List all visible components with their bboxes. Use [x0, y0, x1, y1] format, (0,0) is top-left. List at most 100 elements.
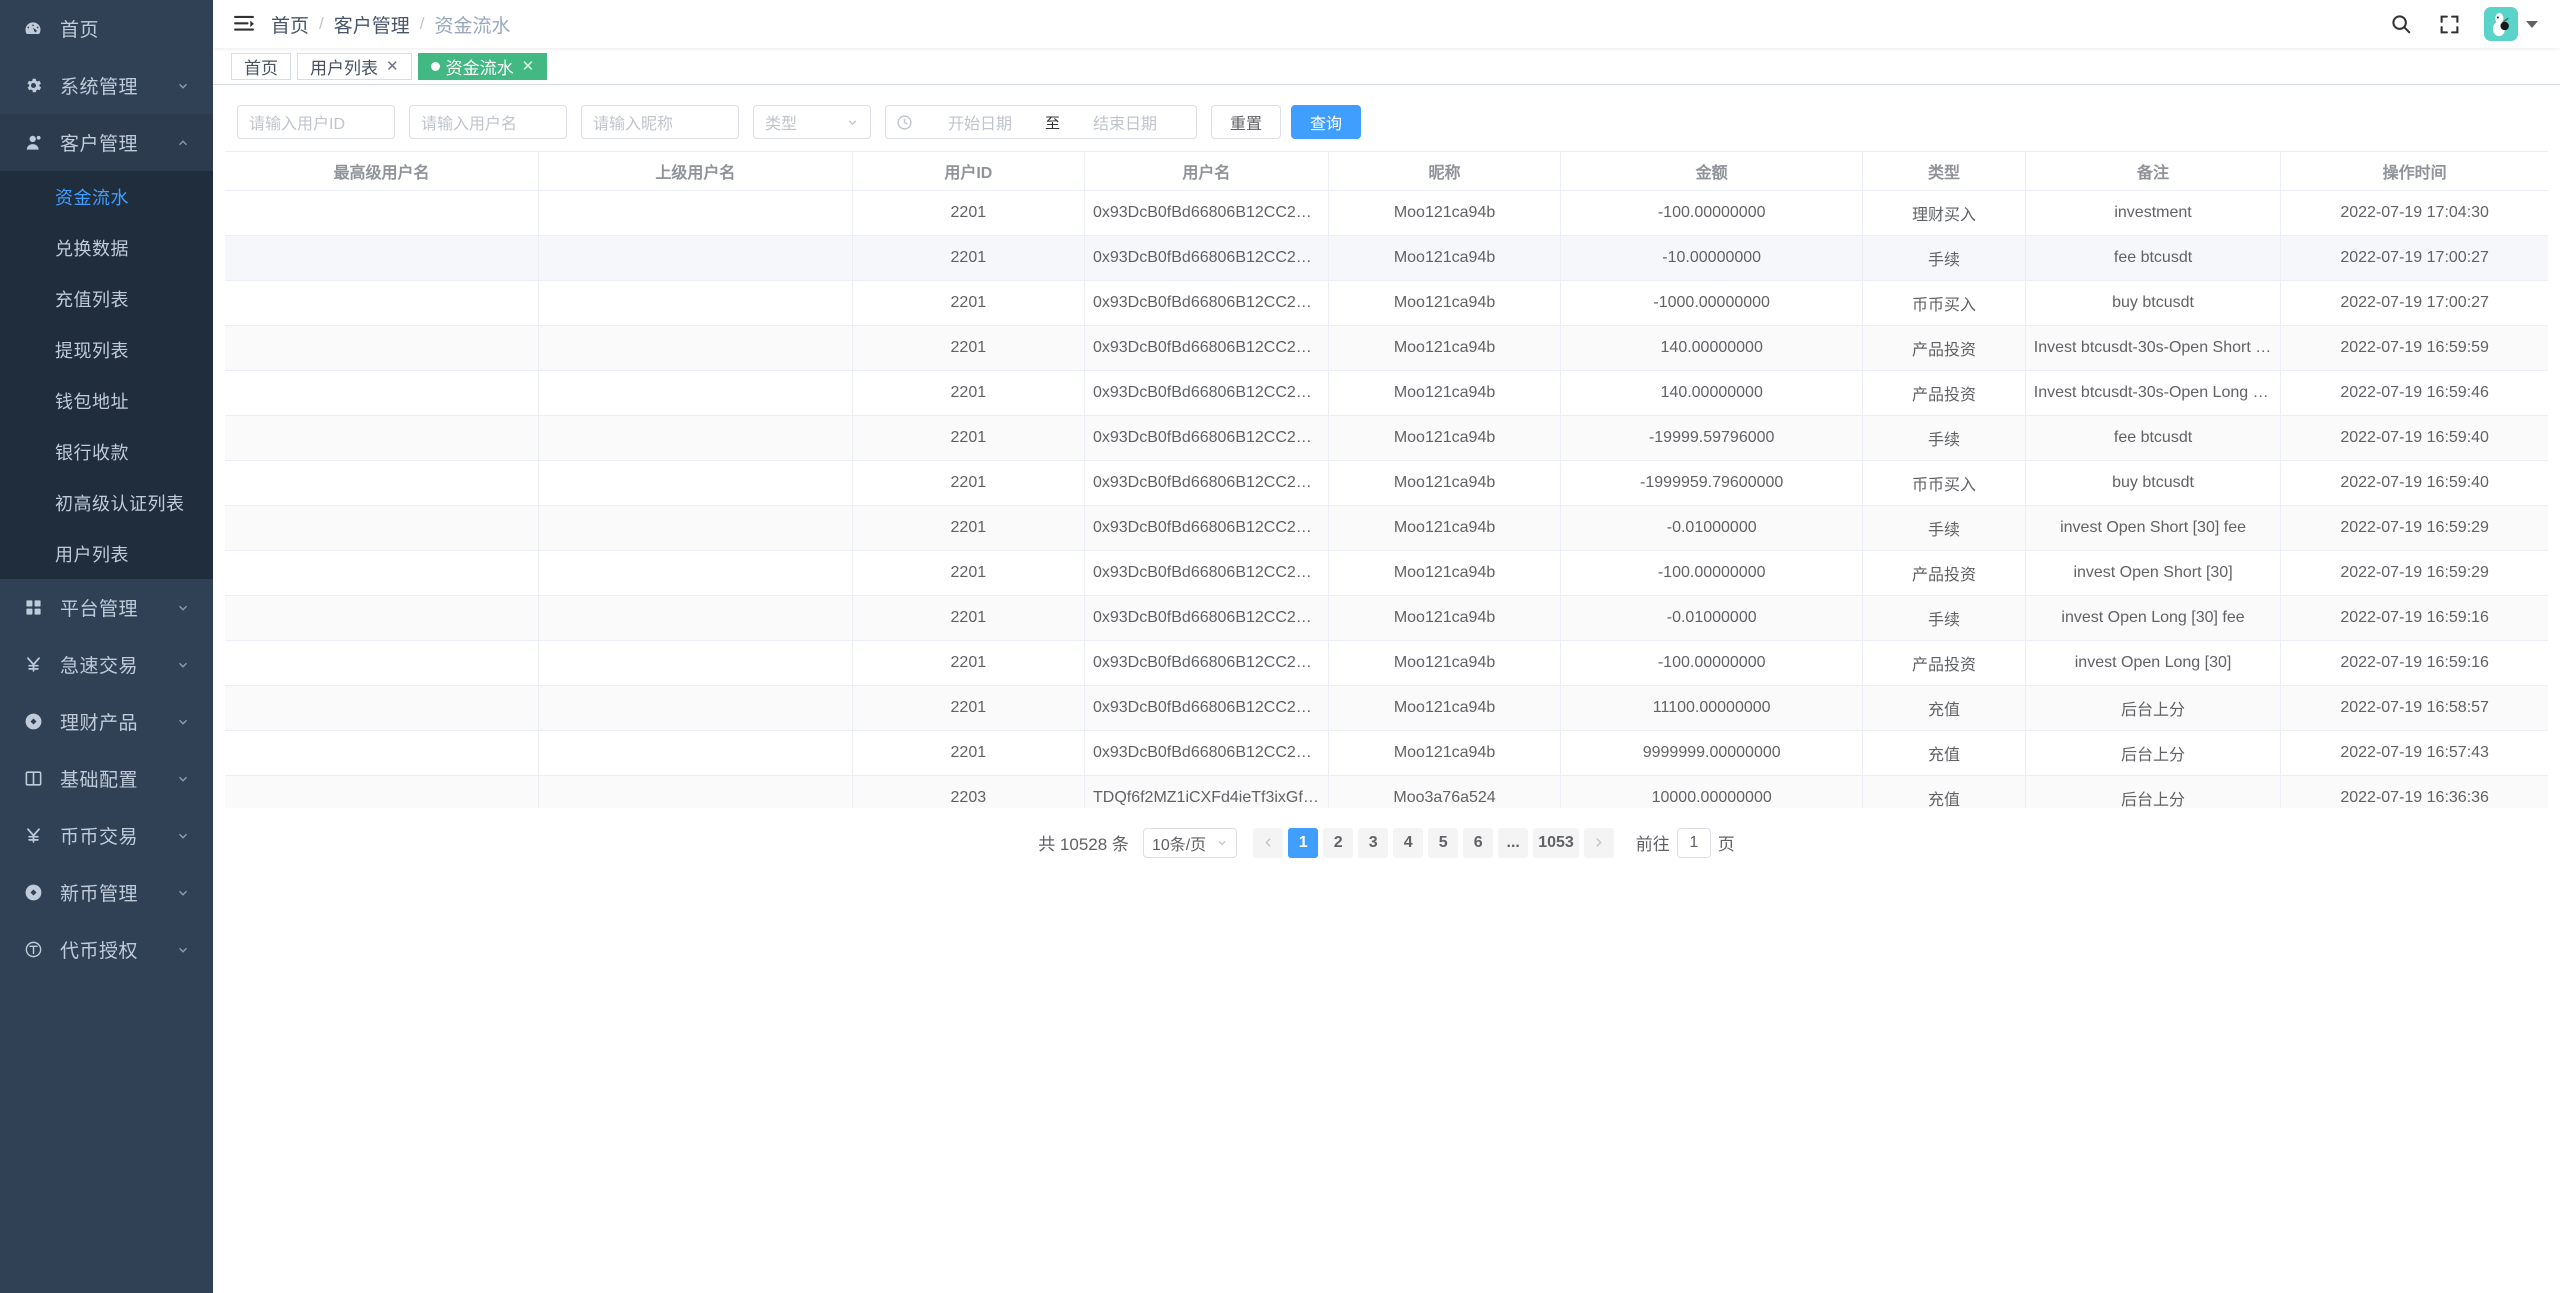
sidebar-item-exchange-data[interactable]: 兑换数据 [0, 222, 213, 273]
chevron-up-icon [175, 135, 191, 151]
hamburger-icon[interactable] [227, 7, 261, 41]
column-header-remark[interactable]: 备注 [2025, 152, 2282, 191]
cell-operation-time: 2022-07-19 16:59:40 [2280, 415, 2548, 461]
sidebar-item-token-authorization[interactable]: 代币授权 [0, 921, 213, 978]
user-menu[interactable] [2484, 7, 2538, 41]
sidebar-item-coin-trade[interactable]: 币币交易 [0, 807, 213, 864]
column-header-top-username[interactable]: 最高级用户名 [225, 152, 540, 191]
cell-remark: 后台上分 [2025, 685, 2282, 731]
table-row[interactable]: 2201 0x93DcB0fBd66806B12CC279f5d... Moo121… [225, 595, 2548, 641]
sidebar-item-home[interactable]: 首页 [0, 0, 213, 57]
pagination-page-2[interactable]: 2 [1323, 827, 1354, 858]
reset-button[interactable]: 重置 [1211, 105, 1282, 139]
table-row[interactable]: 2201 0x93DcB0fBd66806B12CC279f5d... Moo121… [225, 235, 2548, 281]
filter-bar: 请输入用户ID 请输入用户名 请输入昵称 类型 开始日期 至 结束日期 重置 查… [225, 95, 2548, 151]
table-row[interactable]: 2201 0x93DcB0fBd66806B12CC279f5d... Moo121… [225, 505, 2548, 551]
cell-username: 0x93DcB0fBd66806B12CC279f5d... [1084, 190, 1329, 236]
breadcrumb-item-home[interactable]: 首页 [271, 11, 309, 38]
sidebar-item-wallet-address[interactable]: 钱包地址 [0, 375, 213, 426]
pagination-page-last[interactable]: 1053 [1533, 827, 1579, 858]
cell-username: 0x93DcB0fBd66806B12CC279f5d... [1084, 370, 1329, 416]
sidebar-item-withdrawal-list[interactable]: 提现列表 [0, 324, 213, 375]
sidebar-item-fund-flow[interactable]: 资金流水 [0, 171, 213, 222]
cell-parent-username [538, 460, 853, 506]
query-button[interactable]: 查询 [1291, 105, 1362, 139]
column-header-parent-username[interactable]: 上级用户名 [538, 152, 853, 191]
table-row[interactable]: 2201 0x93DcB0fBd66806B12CC279f5d... Moo121… [225, 460, 2548, 506]
cell-username: 0x93DcB0fBd66806B12CC279f5d... [1084, 325, 1329, 371]
sidebar-submenu-customer-management: 资金流水 兑换数据 充值列表 提现列表 钱包地址 银行收款 初高级认证列表 用户… [0, 171, 213, 579]
cell-nickname: Moo121ca94b [1328, 685, 1562, 731]
table-row[interactable]: 2203 TDQf6f2MZ1iCXFd4ieTf3ixGfAop4... Moo3… [225, 775, 2548, 808]
cell-nickname: Moo121ca94b [1328, 550, 1562, 596]
pagination-page-4[interactable]: 4 [1393, 827, 1424, 858]
sidebar-item-user-list[interactable]: 用户列表 [0, 528, 213, 579]
cell-amount: -100.00000000 [1560, 190, 1864, 236]
pagination-ellipsis[interactable]: ... [1498, 827, 1529, 858]
cell-operation-time: 2022-07-19 17:00:27 [2280, 280, 2548, 326]
cell-user-id: 2201 [852, 550, 1085, 596]
search-icon[interactable] [2388, 11, 2414, 37]
sidebar-item-bank-collection[interactable]: 银行收款 [0, 426, 213, 477]
cell-top-username [225, 460, 540, 506]
date-range-picker[interactable]: 开始日期 至 结束日期 [885, 105, 1197, 139]
table-row[interactable]: 2201 0x93DcB0fBd66806B12CC279f5d... Moo121… [225, 190, 2548, 236]
sidebar-item-wealth-products[interactable]: 理财产品 [0, 693, 213, 750]
table-row[interactable]: 2201 0x93DcB0fBd66806B12CC279f5d... Moo121… [225, 550, 2548, 596]
pagination-page-6[interactable]: 6 [1463, 827, 1494, 858]
table-row[interactable]: 2201 0x93DcB0fBd66806B12CC279f5d... Moo121… [225, 280, 2548, 326]
pagination-page-3[interactable]: 3 [1358, 827, 1389, 858]
column-header-username[interactable]: 用户名 [1084, 152, 1329, 191]
pagination-jump-input[interactable]: 1 [1676, 827, 1711, 858]
tab-fund-flow[interactable]: 资金流水 ✕ [417, 52, 548, 80]
pagination-next-button[interactable] [1583, 827, 1614, 858]
breadcrumb-item-customer-management[interactable]: 客户管理 [334, 11, 410, 38]
table-row[interactable]: 2201 0x93DcB0fBd66806B12CC279f5d... Moo121… [225, 325, 2548, 371]
tab-user-list[interactable]: 用户列表 ✕ [297, 52, 412, 80]
column-header-amount[interactable]: 金额 [1560, 152, 1864, 191]
nickname-input[interactable]: 请输入昵称 [581, 105, 739, 139]
close-icon[interactable]: ✕ [386, 57, 399, 75]
sidebar-item-certification-list[interactable]: 初高级认证列表 [0, 477, 213, 528]
table-row[interactable]: 2201 0x93DcB0fBd66806B12CC279f5d... Moo121… [225, 640, 2548, 686]
token-icon [20, 939, 46, 961]
avatar [2484, 7, 2518, 41]
column-header-type[interactable]: 类型 [1862, 152, 2026, 191]
sidebar-item-system-management[interactable]: 系统管理 [0, 57, 213, 114]
cell-type: 产品投资 [1862, 370, 2026, 416]
user-id-input[interactable]: 请输入用户ID [237, 105, 395, 139]
cell-user-id: 2201 [852, 505, 1085, 551]
table-row[interactable]: 2201 0x93DcB0fBd66806B12CC279f5d... Moo121… [225, 730, 2548, 776]
column-header-operation-time[interactable]: 操作时间 [2280, 152, 2548, 191]
column-header-nickname[interactable]: 昵称 [1328, 152, 1562, 191]
cell-top-username [225, 505, 540, 551]
chevron-down-icon [846, 116, 859, 129]
pagination-pages: 1 2 3 4 5 6 ... 1053 [1253, 827, 1614, 858]
cell-remark: buy btcusdt [2025, 280, 2282, 326]
sidebar-item-basic-config[interactable]: 基础配置 [0, 750, 213, 807]
yen-icon [20, 825, 46, 847]
page-size-select[interactable]: 10条/页 [1142, 827, 1238, 858]
close-icon[interactable]: ✕ [522, 57, 535, 75]
sidebar-item-platform-management[interactable]: 平台管理 [0, 579, 213, 636]
table-body-scroll[interactable]: 2201 0x93DcB0fBd66806B12CC279f5d... Moo121… [225, 190, 2548, 808]
cell-top-username [225, 595, 540, 641]
type-select[interactable]: 类型 [753, 105, 871, 139]
sidebar-item-customer-management[interactable]: 客户管理 [0, 114, 213, 171]
yen-icon [20, 654, 46, 676]
cell-type: 产品投资 [1862, 325, 2026, 371]
table-row[interactable]: 2201 0x93DcB0fBd66806B12CC279f5d... Moo121… [225, 370, 2548, 416]
tab-home[interactable]: 首页 [231, 52, 291, 80]
pagination-prev-button[interactable] [1253, 827, 1284, 858]
table-row[interactable]: 2201 0x93DcB0fBd66806B12CC279f5d... Moo121… [225, 685, 2548, 731]
sidebar-item-new-coin-management[interactable]: 新币管理 [0, 864, 213, 921]
sidebar-item-recharge-list[interactable]: 充值列表 [0, 273, 213, 324]
cell-username: 0x93DcB0fBd66806B12CC279f5d... [1084, 640, 1329, 686]
pagination-page-1[interactable]: 1 [1288, 827, 1319, 858]
fullscreen-icon[interactable] [2436, 11, 2462, 37]
pagination-page-5[interactable]: 5 [1428, 827, 1459, 858]
column-header-user-id[interactable]: 用户ID [852, 152, 1085, 191]
user-name-input[interactable]: 请输入用户名 [409, 105, 567, 139]
table-row[interactable]: 2201 0x93DcB0fBd66806B12CC279f5d... Moo121… [225, 415, 2548, 461]
sidebar-item-fast-trade[interactable]: 急速交易 [0, 636, 213, 693]
